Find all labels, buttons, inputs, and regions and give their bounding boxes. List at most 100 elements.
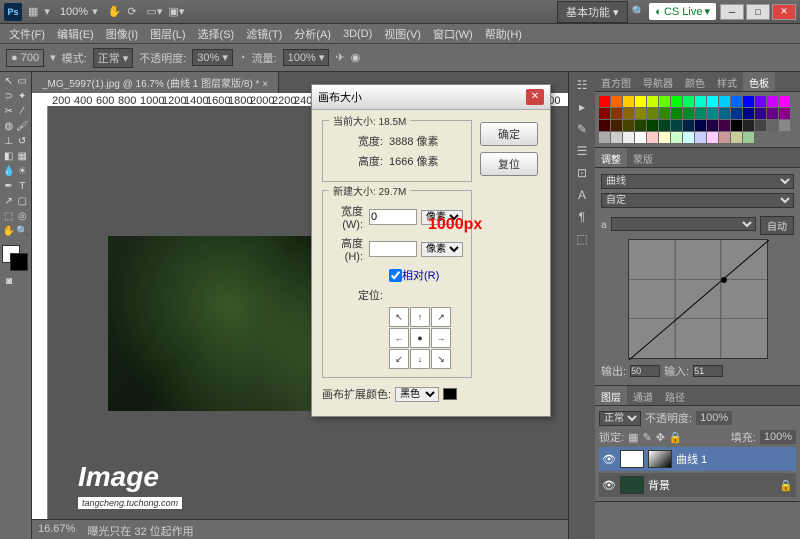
swatch[interactable] — [779, 96, 790, 107]
tab-masks[interactable]: 蒙版 — [627, 148, 659, 167]
ext-color-select[interactable]: 黑色 — [395, 387, 439, 402]
pen-tool[interactable]: ✒ — [2, 179, 16, 193]
swatch[interactable] — [779, 108, 790, 119]
lock-pixel-icon[interactable]: ✎ — [642, 431, 651, 444]
swatch[interactable] — [659, 108, 670, 119]
history-brush-tool[interactable]: ↺ — [16, 134, 30, 148]
menu-help[interactable]: 帮助(H) — [480, 24, 527, 44]
blend-mode-select[interactable]: 正常 ▾ — [93, 48, 134, 68]
marquee-tool[interactable]: ▭ — [16, 74, 30, 88]
swatch[interactable] — [611, 120, 622, 131]
layer-thumb[interactable] — [620, 476, 644, 494]
layer-opacity-input[interactable]: 100% — [696, 411, 732, 425]
stamp-tool[interactable]: ⊥ — [2, 134, 16, 148]
swatch[interactable] — [623, 120, 634, 131]
swatch[interactable] — [683, 96, 694, 107]
swatch[interactable] — [707, 132, 718, 143]
heal-tool[interactable]: ◍ — [2, 119, 16, 133]
ext-color-swatch[interactable] — [443, 388, 457, 400]
flow-input[interactable]: 100% ▾ — [283, 49, 330, 66]
menu-layer[interactable]: 图层(L) — [145, 24, 190, 44]
quickmask-tool[interactable]: ◙ — [2, 274, 16, 288]
tab-paths[interactable]: 路径 — [659, 386, 691, 405]
swatch[interactable] — [623, 96, 634, 107]
swatch[interactable] — [683, 108, 694, 119]
swatch[interactable] — [599, 120, 610, 131]
menu-window[interactable]: 窗口(W) — [428, 24, 478, 44]
eyedropper-tool[interactable]: ⁄ — [16, 104, 30, 118]
swatch[interactable] — [659, 96, 670, 107]
blur-tool[interactable]: 💧 — [2, 164, 16, 178]
layer-mask-thumb[interactable] — [620, 450, 644, 468]
new-width-input[interactable] — [369, 209, 417, 225]
height-unit-select[interactable]: 像素 — [421, 242, 463, 257]
layer-blend-select[interactable]: 正常 — [599, 411, 641, 426]
swatch[interactable] — [683, 120, 694, 131]
airbrush-icon[interactable]: ✈ — [335, 51, 344, 64]
hand-icon[interactable]: ✋ — [108, 5, 122, 18]
swatch[interactable] — [731, 108, 742, 119]
tab-navigator[interactable]: 导航器 — [637, 72, 679, 91]
type-tool[interactable]: T — [16, 179, 30, 193]
swatch[interactable] — [719, 132, 730, 143]
workspace-switcher[interactable]: 基本功能 ▾ — [557, 1, 628, 23]
tab-histogram[interactable]: 直方图 — [595, 72, 637, 91]
panel-icon-brush[interactable]: ✎ — [573, 122, 591, 136]
tab-layers[interactable]: 图层 — [595, 386, 627, 405]
zoom-display[interactable]: 100% — [60, 6, 88, 18]
swatch[interactable] — [743, 108, 754, 119]
rotate-icon[interactable]: ⟳ — [127, 5, 136, 18]
swatch[interactable] — [647, 108, 658, 119]
auto-button[interactable]: 自动 — [760, 216, 794, 235]
swatch[interactable] — [743, 96, 754, 107]
swatch[interactable] — [695, 120, 706, 131]
channel-select[interactable] — [611, 217, 756, 231]
panel-icon-history[interactable]: ☷ — [573, 78, 591, 92]
swatch[interactable] — [719, 120, 730, 131]
swatch[interactable] — [695, 108, 706, 119]
output-input[interactable] — [630, 365, 660, 377]
color-picker[interactable] — [2, 245, 30, 273]
swatch[interactable] — [707, 96, 718, 107]
layer-curves[interactable]: 👁 曲线 1 — [599, 447, 796, 471]
swatch[interactable] — [767, 120, 778, 131]
3d-camera-tool[interactable]: ◎ — [16, 209, 30, 223]
panel-icon-brushpreset[interactable]: ☰ — [573, 144, 591, 158]
swatch[interactable] — [755, 108, 766, 119]
visibility-icon[interactable]: 👁 — [602, 479, 616, 492]
swatch[interactable] — [647, 132, 658, 143]
swatch[interactable] — [599, 108, 610, 119]
swatch[interactable] — [635, 96, 646, 107]
tab-styles[interactable]: 样式 — [711, 72, 743, 91]
panel-icon-para[interactable]: ¶ — [573, 210, 591, 224]
zoom-dropdown-icon[interactable]: ▾ — [92, 5, 98, 18]
swatch[interactable] — [731, 120, 742, 131]
swatch[interactable] — [599, 132, 610, 143]
crop-tool[interactable]: ✂ — [2, 104, 16, 118]
swatch[interactable] — [635, 132, 646, 143]
screen-mode-icon[interactable]: ▣▾ — [168, 5, 184, 18]
swatch[interactable] — [623, 132, 634, 143]
swatch[interactable] — [683, 132, 694, 143]
visibility-icon[interactable]: 👁 — [602, 453, 616, 466]
close-button[interactable]: ✕ — [772, 4, 796, 20]
pressure-size-icon[interactable]: ◉ — [351, 51, 361, 64]
panel-icon-clone[interactable]: ⊡ — [573, 166, 591, 180]
bridge-icon[interactable]: ▦ — [28, 5, 38, 18]
mini-bridge-icon[interactable]: ▾ — [44, 5, 50, 18]
dialog-close-button[interactable]: ✕ — [526, 89, 544, 105]
brush-panel-icon[interactable]: ▾ — [50, 51, 56, 64]
ok-button[interactable]: 确定 — [480, 122, 538, 146]
menu-3d[interactable]: 3D(D) — [338, 26, 377, 42]
status-zoom[interactable]: 16.67% — [38, 523, 75, 536]
swatch[interactable] — [659, 120, 670, 131]
swatch[interactable] — [731, 96, 742, 107]
tab-swatches[interactable]: 色板 — [743, 72, 775, 91]
panel-icon-char[interactable]: A — [573, 188, 591, 202]
swatch[interactable] — [695, 96, 706, 107]
3d-tool[interactable]: ⬚ — [2, 209, 16, 223]
swatch[interactable] — [671, 132, 682, 143]
swatch[interactable] — [635, 108, 646, 119]
menu-image[interactable]: 图像(I) — [101, 24, 143, 44]
swatch[interactable] — [767, 108, 778, 119]
